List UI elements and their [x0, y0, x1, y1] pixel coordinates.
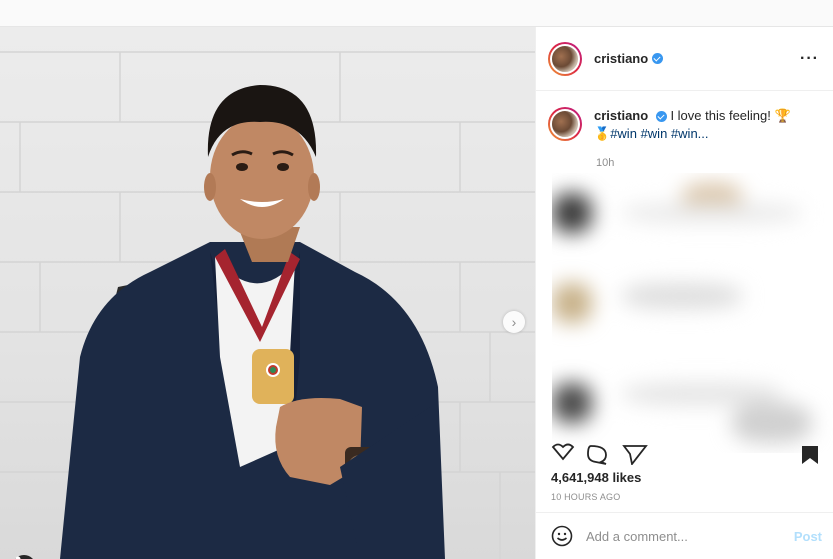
post-header: cristiano ··· [536, 27, 833, 91]
avatar[interactable] [548, 41, 582, 76]
user-icon [15, 556, 21, 559]
trophy-emoji: 🏆 [774, 108, 791, 123]
caption: cristiano I love this feeling! 🏆 🥇#win #… [548, 107, 828, 143]
verified-badge-icon [652, 53, 664, 64]
hashtag-link[interactable]: #win... [671, 126, 709, 141]
caption-message: I love this feeling! [670, 108, 771, 123]
action-bar [536, 443, 833, 467]
username-link[interactable]: cristiano [594, 51, 648, 66]
medal-emoji: 🥇 [594, 126, 611, 141]
comment-input[interactable] [586, 528, 786, 544]
post-photo-art [0, 51, 535, 559]
more-options-icon[interactable]: ··· [800, 50, 819, 68]
post-image[interactable]: › [0, 27, 535, 559]
comment-bar: Post [536, 512, 833, 559]
next-arrow-button[interactable]: › [503, 311, 525, 333]
caption-text: cristiano I love this feeling! 🏆 🥇#win #… [594, 107, 826, 143]
caption-username[interactable]: cristiano [594, 108, 648, 123]
hashtag-link[interactable]: #win [641, 126, 668, 141]
post-side-panel: cristiano ··· cristiano I love this feel… [535, 27, 833, 559]
caption-verified-icon [655, 111, 667, 123]
post-time-ago[interactable]: 10 HOURS AGO [551, 492, 620, 502]
caption-avatar[interactable] [548, 107, 582, 141]
blurred-comments [552, 173, 833, 453]
caption-timestamp: 10h [596, 157, 615, 169]
hashtag-link[interactable]: #win [610, 126, 637, 141]
action-icons [551, 443, 818, 467]
emoji-icon[interactable] [551, 525, 573, 547]
post-comment-button[interactable]: Post [794, 529, 822, 544]
likes-count[interactable]: 4,641,948 likes [551, 470, 641, 485]
top-bar [0, 0, 833, 27]
